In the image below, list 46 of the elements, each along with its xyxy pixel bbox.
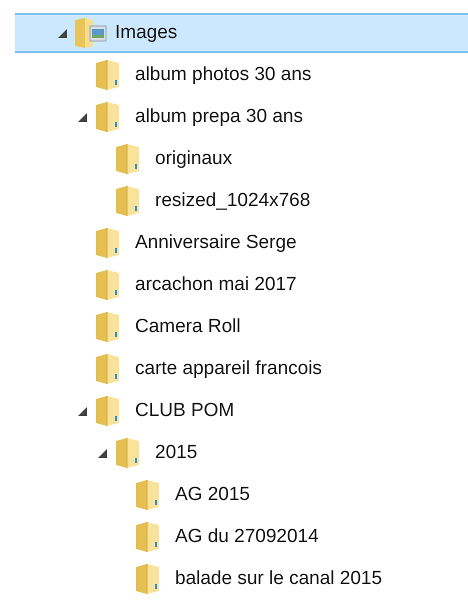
tree-item[interactable]: balade sur le canal 2015 bbox=[15, 559, 468, 599]
folder-icon bbox=[135, 564, 161, 594]
folder-name: Images bbox=[115, 22, 178, 44]
folder-icon bbox=[115, 438, 141, 468]
folder-icon bbox=[95, 228, 121, 258]
folder-name: Camera Roll bbox=[135, 316, 241, 338]
folder-icon bbox=[95, 102, 121, 132]
folder-icon bbox=[95, 270, 121, 300]
folder-icon bbox=[135, 522, 161, 552]
folder-name: Anniversaire Serge bbox=[135, 232, 297, 254]
expanded-arrow-icon[interactable] bbox=[58, 28, 66, 38]
folder-icon bbox=[95, 312, 121, 342]
tree-item[interactable]: Images bbox=[15, 13, 468, 53]
tree-item[interactable]: album photos 30 ans bbox=[15, 55, 468, 95]
folder-icon bbox=[135, 480, 161, 510]
expanded-arrow-icon[interactable] bbox=[78, 406, 86, 416]
library-icon bbox=[73, 18, 107, 48]
tree-item[interactable]: Anniversaire Serge bbox=[15, 223, 468, 263]
tree-item[interactable]: 2015 bbox=[15, 433, 468, 473]
tree-item[interactable]: album prepa 30 ans bbox=[15, 97, 468, 137]
folder-name: 2015 bbox=[155, 442, 198, 464]
folder-name: resized_1024x768 bbox=[155, 190, 310, 212]
folder-icon bbox=[115, 144, 141, 174]
expanded-arrow-icon[interactable] bbox=[98, 448, 106, 458]
folder-name: balade sur le canal 2015 bbox=[175, 568, 382, 590]
folder-name: carte appareil francois bbox=[135, 358, 322, 380]
folder-icon bbox=[95, 354, 121, 384]
folder-name: AG du 27092014 bbox=[175, 526, 319, 548]
folder-icon bbox=[95, 60, 121, 90]
tree-item[interactable]: CLUB POM bbox=[15, 391, 468, 431]
expanded-arrow-icon[interactable] bbox=[78, 112, 86, 122]
tree-item[interactable]: arcachon mai 2017 bbox=[15, 265, 468, 305]
folder-icon bbox=[115, 186, 141, 216]
tree-item[interactable]: Camera Roll bbox=[15, 307, 468, 347]
tree-item[interactable]: AG 2015 bbox=[15, 475, 468, 515]
tree-item[interactable]: AG du 27092014 bbox=[15, 517, 468, 557]
folder-icon bbox=[95, 396, 121, 426]
folder-name: AG 2015 bbox=[175, 484, 250, 506]
folder-name: arcachon mai 2017 bbox=[135, 274, 297, 296]
folder-name: album photos 30 ans bbox=[135, 64, 312, 86]
folder-name: CLUB POM bbox=[135, 400, 234, 422]
folder-name: album prepa 30 ans bbox=[135, 106, 303, 128]
tree-item[interactable]: carte appareil francois bbox=[15, 349, 468, 389]
tree-item[interactable]: resized_1024x768 bbox=[15, 181, 468, 221]
tree-item[interactable]: originaux bbox=[15, 139, 468, 179]
folder-name: originaux bbox=[155, 148, 232, 170]
